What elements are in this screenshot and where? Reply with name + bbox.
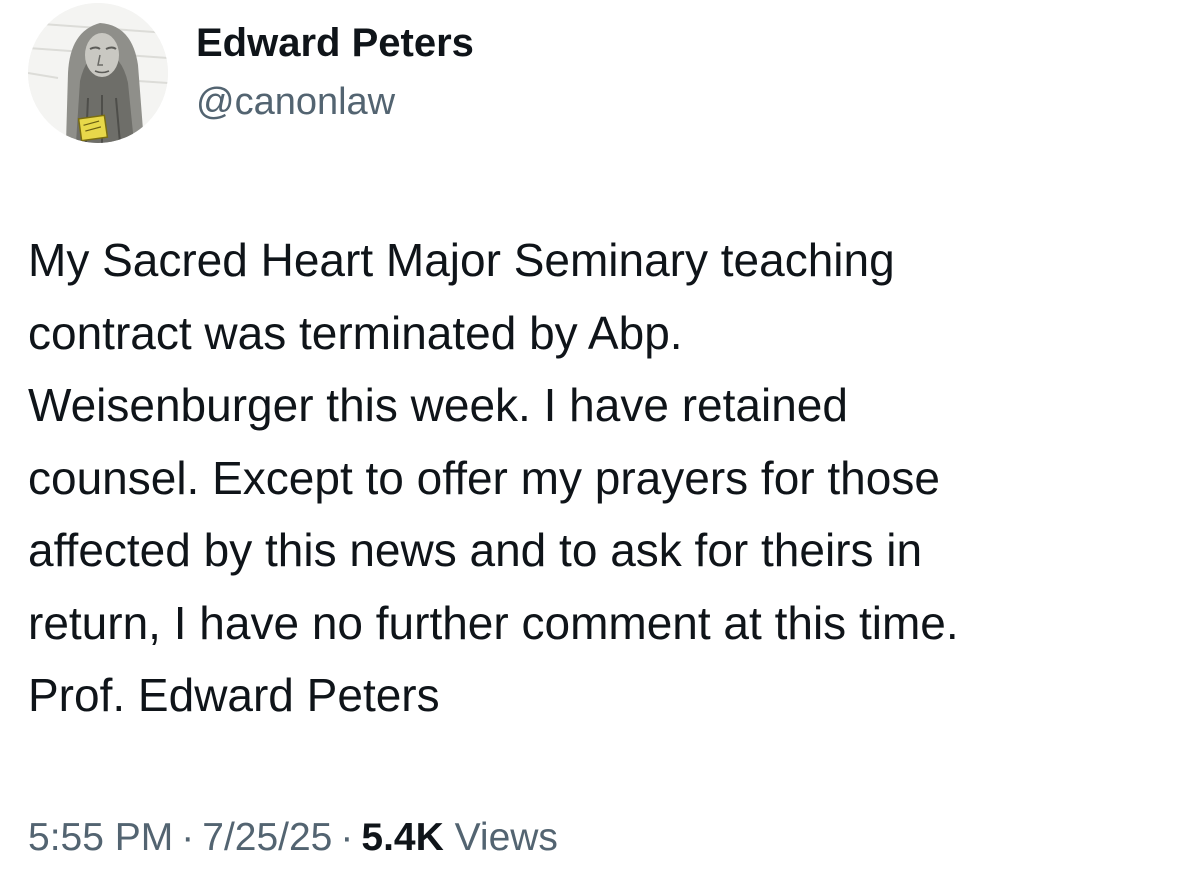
tweet-card: Edward Peters @canonlaw My Sacred Heart … bbox=[0, 0, 1179, 886]
meta-separator: · bbox=[340, 816, 354, 859]
views-count[interactable]: 5.4K bbox=[361, 816, 443, 859]
meta-separator: · bbox=[181, 816, 195, 859]
author-avatar[interactable] bbox=[28, 3, 168, 143]
author-display-name[interactable]: Edward Peters bbox=[196, 18, 474, 68]
tweet-time[interactable]: 5:55 PM bbox=[28, 816, 173, 859]
tweet-meta: 5:55 PM · 7/25/25 · 5.4K Views bbox=[28, 812, 558, 864]
author-handle[interactable]: @canonlaw bbox=[196, 79, 474, 125]
tweet-date[interactable]: 7/25/25 bbox=[202, 816, 332, 859]
tweet-text: My Sacred Heart Major Seminary teaching … bbox=[28, 234, 959, 721]
views-label[interactable]: Views bbox=[455, 816, 558, 859]
portrait-avatar-icon bbox=[28, 3, 168, 143]
author-block: Edward Peters @canonlaw bbox=[196, 18, 474, 125]
